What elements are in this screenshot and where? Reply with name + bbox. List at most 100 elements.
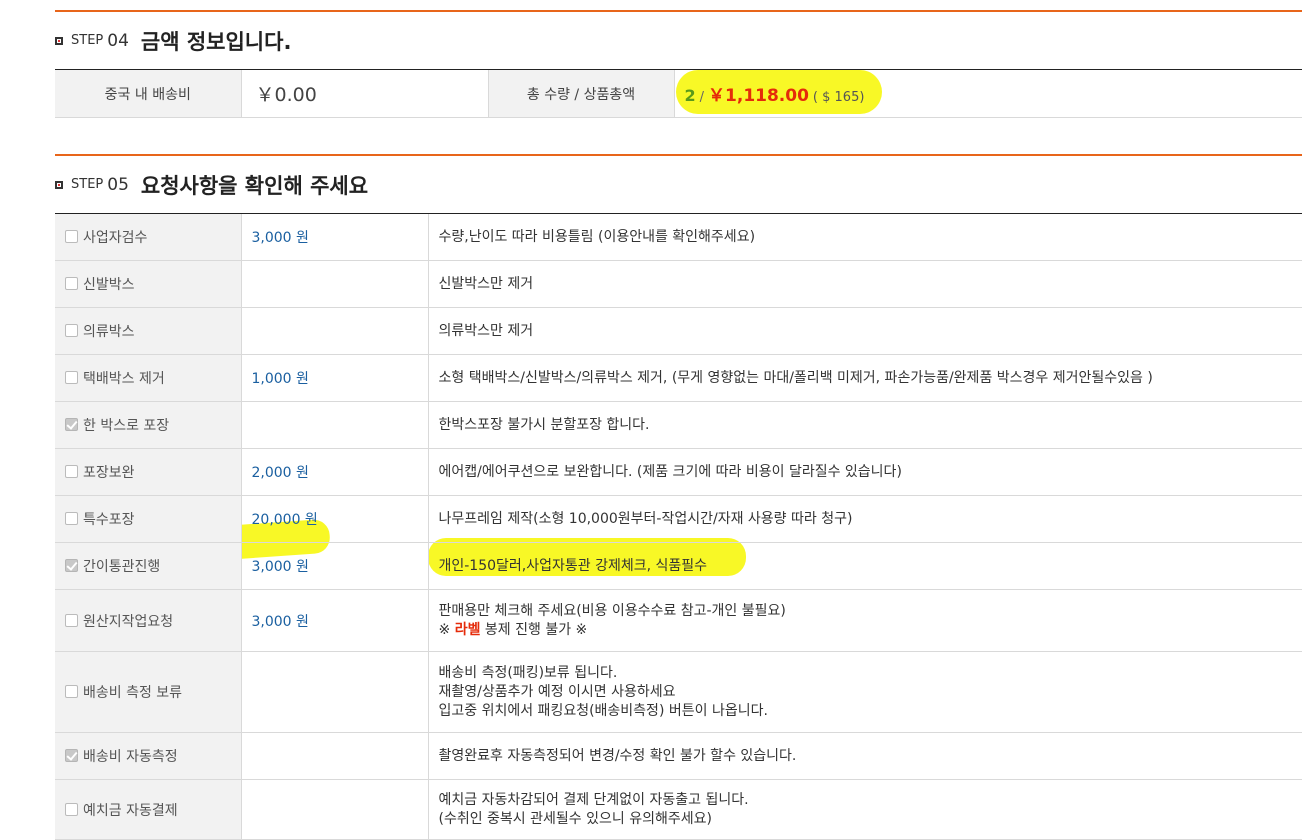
request-description-line: 촬영완료후 자동측정되어 변경/수정 확인 불가 할수 있습니다. <box>438 747 797 764</box>
request-option-cell[interactable]: 특수포장 <box>55 495 242 543</box>
request-option-cell[interactable]: 한 박스로 포장 <box>55 401 242 449</box>
checkbox-icon[interactable] <box>65 802 78 816</box>
request-option-label: 포장보완 <box>83 465 135 481</box>
checkbox-icon[interactable] <box>65 324 78 337</box>
checkbox-icon[interactable] <box>65 685 78 698</box>
request-option-label: 택배박스 제거 <box>83 371 165 387</box>
request-description: 한박스포장 불가시 분할포장 합니다. <box>428 401 1302 449</box>
request-option-cell[interactable]: 사업자검수 <box>55 214 242 261</box>
request-description-line: 배송비 측정(패킹)보류 됩니다. <box>438 664 618 681</box>
request-note: ※ 라벨 봉제 진행 불가 ※ <box>439 621 1302 640</box>
checkbox-icon[interactable] <box>65 230 78 243</box>
shipping-value: ￥0.00 <box>241 70 489 118</box>
request-description: 예치금 자동차감되어 결제 단계없이 자동출고 됩니다. (수취인 중복시 관세될… <box>428 779 1302 840</box>
request-cost <box>241 260 429 308</box>
request-description-line: 소형 택배박스/신발박스/의류박스 제거, (무게 영향없는 마대/폴리백 미제… <box>438 369 1153 386</box>
request-row: 한 박스로 포장 한박스포장 불가시 분할포장 합니다. <box>55 401 1302 449</box>
checkbox-checked-icon[interactable] <box>65 749 78 762</box>
request-option-label: 배송비 자동측정 <box>83 749 178 765</box>
request-description-line: 판매용만 체크해 주세요(비용 이용수수료 참고-개인 불필요) <box>438 602 786 619</box>
request-row: 택배박스 제거 1,000 원 소형 택배박스/신발박스/의류박스 제거, (무게 … <box>55 354 1302 402</box>
amount-row: 중국 내 배송비 ￥0.00 총 수량 / 상품총액 2/￥1,118.00( … <box>55 70 1302 118</box>
checkbox-icon[interactable] <box>65 512 78 525</box>
request-option-cell[interactable]: 원산지작업요청 <box>55 589 242 652</box>
request-description-line: 수량,난이도 따라 비용틀림 (이용안내를 확인해주세요) <box>438 228 756 245</box>
request-cost: 20,000 원 <box>241 495 429 543</box>
amount-table: 중국 내 배송비 ￥0.00 총 수량 / 상품총액 2/￥1,118.00( … <box>55 70 1302 118</box>
request-description-line: 입고중 위치에서 패킹요청(배송비측정) 버튼이 나옵니다. <box>438 702 768 719</box>
note-prefix: ※ <box>438 621 455 638</box>
request-option-cell[interactable]: 포장보완 <box>55 448 242 496</box>
request-cost: 3,000 원 <box>241 542 429 590</box>
checkbox-icon[interactable] <box>65 465 78 478</box>
request-description-line: 나무프레임 제작(소형 10,000원부터-작업시간/자재 사용량 따라 청구) <box>438 510 853 527</box>
step04-step-number: 04 <box>107 30 129 51</box>
note-label-warning: 라벨 <box>454 621 481 638</box>
request-description-line: 에어캡/에어쿠션으로 보완합니다. (제품 크기에 따라 비용이 달라질수 있습… <box>438 463 902 480</box>
request-option-cell[interactable]: 배송비 자동측정 <box>55 732 242 780</box>
request-description: 신발박스만 제거 <box>428 260 1302 308</box>
request-description: 배송비 측정(패킹)보류 됩니다. 재촬영/상품추가 예정 이시면 사용하세요입고… <box>428 651 1302 733</box>
request-cost <box>241 779 429 840</box>
request-table-body: 사업자검수 3,000 원 수량,난이도 따라 비용틀림 (이용안내를 확인해주세요… <box>55 214 1302 840</box>
request-description-line: 재촬영/상품추가 예정 이시면 사용하세요 <box>438 683 676 700</box>
request-description: 수량,난이도 따라 비용틀림 (이용안내를 확인해주세요) <box>428 214 1302 261</box>
step05-title: 요청사항을 확인해 주세요 <box>140 173 369 198</box>
request-option-label: 원산지작업요청 <box>83 613 174 630</box>
request-cost: 3,000 원 <box>241 589 429 652</box>
checkbox-icon[interactable] <box>65 371 78 384</box>
request-option-label: 신발박스 <box>83 277 135 293</box>
request-option-cell[interactable]: 의류박스 <box>55 307 242 355</box>
request-row: 포장보완 2,000 원 에어캡/에어쿠션으로 보완합니다. (제품 크기에 따라 … <box>55 448 1302 496</box>
step04-header: STEP 04 금액 정보입니다. <box>55 10 1302 70</box>
request-description-line: 개인-150달러,사업자통관 강제체크, 식품필수 <box>438 557 708 574</box>
request-row: 간이통관진행 3,000 원 개인-150달러,사업자통관 강제체크, 식품필수 <box>55 542 1302 590</box>
request-row: 특수포장 20,000 원 나무프레임 제작(소형 10,000원부터-작업시간/자… <box>55 495 1302 543</box>
request-option-cell[interactable]: 배송비 측정 보류 <box>55 651 242 733</box>
total-qty: 2 <box>684 86 696 105</box>
request-description: 개인-150달러,사업자통관 강제체크, 식품필수 <box>428 542 1302 590</box>
total-slash: / <box>699 90 705 105</box>
request-cost <box>241 307 429 355</box>
checkbox-icon[interactable] <box>65 613 78 627</box>
checkbox-checked-icon[interactable] <box>65 559 78 572</box>
request-description: 나무프레임 제작(소형 10,000원부터-작업시간/자재 사용량 따라 청구) <box>428 495 1302 543</box>
request-row: 사업자검수 3,000 원 수량,난이도 따라 비용틀림 (이용안내를 확인해주세요… <box>55 214 1302 261</box>
request-description: 에어캡/에어쿠션으로 보완합니다. (제품 크기에 따라 비용이 달라질수 있습… <box>428 448 1302 496</box>
request-option-cell[interactable]: 택배박스 제거 <box>55 354 242 402</box>
request-option-cell[interactable]: 예치금 자동결제 <box>55 779 242 840</box>
total-price: ￥1,118.00 <box>708 86 809 106</box>
request-description: 촬영완료후 자동측정되어 변경/수정 확인 불가 할수 있습니다. <box>428 732 1302 780</box>
request-option-label: 예치금 자동결제 <box>83 802 178 819</box>
request-row: 의류박스 의류박스만 제거 <box>55 307 1302 355</box>
request-option-label: 의류박스 <box>83 324 135 340</box>
request-row: 예치금 자동결제 예치금 자동차감되어 결제 단계없이 자동출고 됩니다. (수취인… <box>55 779 1302 840</box>
request-option-cell[interactable]: 간이통관진행 <box>55 542 242 590</box>
note-suffix: 봉제 진행 불가 ※ <box>480 621 588 638</box>
request-description-line: 한박스포장 불가시 분할포장 합니다. <box>438 416 650 433</box>
total-value: 2/￥1,118.00( $ 165) <box>674 70 1302 118</box>
shipping-label: 중국 내 배송비 <box>55 70 242 118</box>
request-option-label: 특수포장 <box>83 512 135 528</box>
step05-step-label: STEP <box>71 177 104 192</box>
request-row: 배송비 측정 보류 배송비 측정(패킹)보류 됩니다. 재촬영/상품추가 예정 이시… <box>55 651 1302 733</box>
step04-section: STEP 04 금액 정보입니다. 중국 내 배송비 ￥0.00 총 수량 / … <box>55 10 1302 118</box>
total-label: 총 수량 / 상품총액 <box>488 70 675 118</box>
request-cost: 3,000 원 <box>241 214 429 261</box>
checkbox-icon[interactable] <box>65 277 78 290</box>
request-row: 신발박스 신발박스만 제거 <box>55 260 1302 308</box>
request-option-label: 한 박스로 포장 <box>83 418 170 434</box>
request-cost: 1,000 원 <box>241 354 429 402</box>
request-cost <box>241 732 429 780</box>
step04-step-label: STEP <box>71 33 104 48</box>
step05-section: STEP 05 요청사항을 확인해 주세요 사업자검수 3,000 원 수량,난이도… <box>55 154 1302 840</box>
checkbox-checked-icon[interactable] <box>65 418 78 431</box>
request-description-line: 의류박스만 제거 <box>438 322 534 339</box>
total-usd: ( $ 165) <box>812 90 865 105</box>
request-option-label: 배송비 측정 보류 <box>83 685 183 701</box>
request-option-label: 간이통관진행 <box>83 559 161 575</box>
request-row: 원산지작업요청 3,000 원 판매용만 체크해 주세요(비용 이용수수료 참고-개… <box>55 589 1302 652</box>
request-description-line: 예치금 자동차감되어 결제 단계없이 자동출고 됩니다. <box>438 791 749 808</box>
request-option-cell[interactable]: 신발박스 <box>55 260 242 308</box>
request-description-line: 신발박스만 제거 <box>438 275 534 292</box>
